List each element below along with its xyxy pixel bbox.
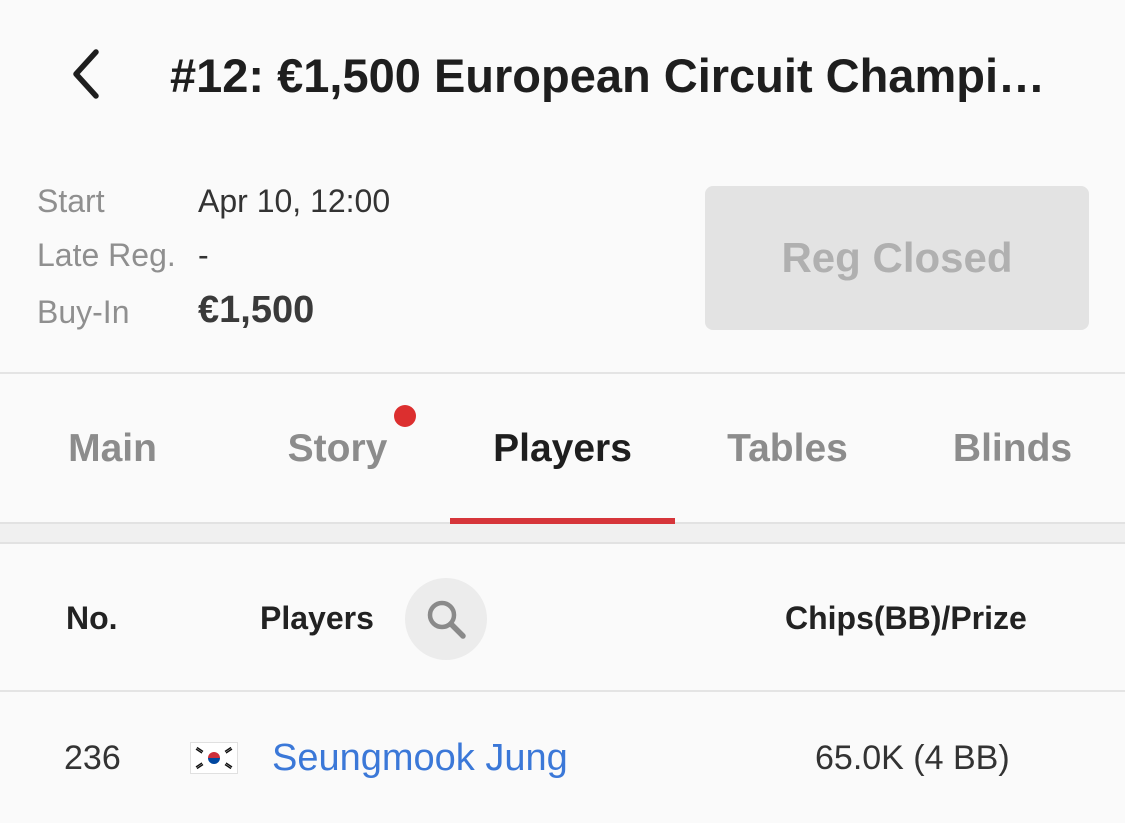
south-korea-flag-icon bbox=[190, 742, 238, 774]
buyin-label: Buy-In bbox=[37, 294, 130, 330]
player-name-link[interactable]: Seungmook Jung bbox=[272, 737, 568, 779]
tab-story[interactable]: Story bbox=[225, 375, 450, 523]
table-header-divider bbox=[0, 690, 1125, 692]
player-number: 236 bbox=[64, 739, 121, 777]
search-icon bbox=[427, 600, 466, 639]
column-header-chips: Chips(BB)/Prize bbox=[785, 600, 1027, 636]
player-chips: 65.0K (4 BB) bbox=[815, 739, 1010, 777]
start-label: Start bbox=[37, 183, 105, 219]
tab-tables[interactable]: Tables bbox=[675, 375, 900, 523]
story-notification-dot bbox=[394, 405, 416, 427]
page-title: #12: €1,500 European Circuit Champi… bbox=[170, 49, 1046, 102]
divider bbox=[0, 372, 1125, 374]
buyin-value: €1,500 bbox=[198, 289, 315, 331]
tab-separator bbox=[0, 522, 1125, 544]
top-bar: #12: €1,500 European Circuit Champi… bbox=[0, 0, 1125, 150]
back-button[interactable] bbox=[56, 44, 116, 104]
tab-blinds[interactable]: Blinds bbox=[900, 375, 1125, 523]
late-reg-value: - bbox=[198, 237, 209, 273]
start-value: Apr 10, 12:00 bbox=[198, 183, 391, 219]
tab-bar: Main Story Players Tables Blinds bbox=[0, 375, 1125, 523]
tab-main[interactable]: Main bbox=[0, 375, 225, 523]
tab-players[interactable]: Players bbox=[450, 375, 675, 523]
column-header-no: No. bbox=[66, 600, 118, 636]
column-header-players: Players bbox=[260, 600, 374, 636]
late-reg-label: Late Reg. bbox=[37, 237, 176, 273]
reg-closed-button[interactable]: Reg Closed bbox=[705, 186, 1089, 330]
active-tab-indicator bbox=[450, 518, 675, 524]
chevron-left-icon bbox=[73, 49, 99, 99]
player-search-button[interactable] bbox=[405, 578, 487, 660]
